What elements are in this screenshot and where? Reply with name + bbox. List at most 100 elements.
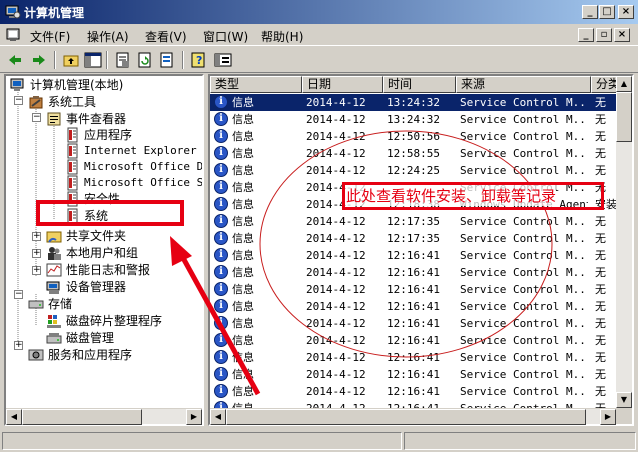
back-icon[interactable] bbox=[6, 51, 24, 69]
table-cell: 信息 bbox=[232, 113, 254, 126]
computer-management-icon bbox=[5, 5, 21, 19]
table-row[interactable]: i 信息 2014-4-12 12:16:41 Service Control M...… bbox=[210, 247, 616, 264]
expander-system-tools[interactable]: − bbox=[14, 96, 23, 105]
column-header-source[interactable]: 来源 bbox=[456, 76, 591, 93]
table-row[interactable]: i 信息 2014-4-12 12:16:41 Service Control M...… bbox=[210, 383, 616, 400]
expander-local-users[interactable]: + bbox=[32, 249, 41, 258]
menu-window[interactable]: 窗口(W) bbox=[203, 28, 248, 45]
expander-storage[interactable]: − bbox=[14, 290, 23, 299]
column-header-category[interactable]: 分类 bbox=[591, 76, 616, 93]
event-viewer-icon bbox=[47, 112, 61, 126]
tree-view[interactable]: − − + + + − + 计算机管理(本地) 系统工具 事件查看器 应用程序 bbox=[6, 76, 202, 408]
table-row[interactable]: i 信息 2014-4-12 12:50:56 Service Control M...… bbox=[210, 128, 616, 145]
close-button[interactable]: × bbox=[618, 5, 634, 19]
table-cell: 2014-4-12 bbox=[306, 147, 366, 160]
menu-view[interactable]: 查看(V) bbox=[145, 28, 187, 45]
table-cell: 无 bbox=[595, 385, 606, 398]
menu-action[interactable]: 操作(A) bbox=[87, 28, 129, 45]
mdi-restore-button[interactable]: ▫ bbox=[596, 28, 612, 42]
scroll-right-button[interactable]: ▶ bbox=[186, 409, 202, 425]
status-pane-secondary bbox=[404, 432, 636, 450]
table-cell: 无 bbox=[595, 351, 606, 364]
table-row[interactable]: i 信息 2014-4-12 12:24:25 Service Control M...… bbox=[210, 162, 616, 179]
scroll-thumb[interactable] bbox=[616, 92, 632, 142]
info-icon: i bbox=[214, 333, 228, 347]
table-row[interactable]: i 信息 2014-4-12 12:16:41 Service Control M...… bbox=[210, 315, 616, 332]
table-row[interactable]: i 信息 2014-4-12 12:16:41 Service Control M...… bbox=[210, 366, 616, 383]
console-icon[interactable] bbox=[214, 51, 232, 69]
scroll-thumb[interactable] bbox=[226, 409, 586, 425]
tree-horizontal-scrollbar[interactable]: ◀ ▶ bbox=[6, 408, 202, 425]
table-cell: Service Control M... bbox=[460, 300, 588, 313]
table-cell: 2014-4-12 bbox=[306, 164, 366, 177]
mdi-minimize-button[interactable]: _ bbox=[578, 28, 594, 42]
table-row[interactable]: i 信息 2014-4-12 12:16:41 Service Control M...… bbox=[210, 332, 616, 349]
list-horizontal-scrollbar[interactable]: ◀ ▶ bbox=[210, 408, 616, 425]
table-cell: 2014-4-12 bbox=[306, 249, 366, 262]
table-row[interactable]: i 信息 2014-4-12 12:16:41 Service Control M...… bbox=[210, 298, 616, 315]
table-cell: 信息 bbox=[232, 283, 254, 296]
list-vertical-scrollbar[interactable]: ▲ ▼ bbox=[616, 76, 632, 408]
table-row[interactable]: i 信息 2014-4-12 12:58:55 Service Control M...… bbox=[210, 145, 616, 162]
show-tree-icon[interactable] bbox=[84, 51, 102, 69]
table-cell: 13:24:32 bbox=[387, 113, 440, 126]
tree-pane[interactable]: − − + + + − + 计算机管理(本地) 系统工具 事件查看器 应用程序 bbox=[4, 74, 204, 426]
help-icon[interactable]: ? bbox=[190, 51, 208, 69]
scroll-down-button[interactable]: ▼ bbox=[616, 392, 632, 408]
info-icon: i bbox=[214, 112, 228, 126]
table-cell: 无 bbox=[595, 368, 606, 381]
table-cell: 12:17:35 bbox=[387, 215, 440, 228]
scroll-left-button[interactable]: ◀ bbox=[6, 409, 22, 425]
expander-performance-logs[interactable]: + bbox=[32, 266, 41, 275]
expander-shared-folders[interactable]: + bbox=[32, 232, 41, 241]
table-cell: Service Control M... bbox=[460, 334, 588, 347]
tree-label: 存储 bbox=[48, 297, 73, 311]
table-cell: 12:17:35 bbox=[387, 232, 440, 245]
forward-icon[interactable] bbox=[30, 51, 48, 69]
tree-label: Internet Explorer bbox=[84, 144, 197, 157]
scroll-up-button[interactable]: ▲ bbox=[616, 76, 632, 92]
table-cell: Service Control M... bbox=[460, 351, 588, 364]
table-row[interactable]: i 信息 2014-4-12 12:16:41 Service Control M...… bbox=[210, 281, 616, 298]
column-header-type[interactable]: 类型 bbox=[210, 76, 302, 93]
expander-services[interactable]: + bbox=[14, 341, 23, 350]
title-bar[interactable]: 计算机管理 _ □ × bbox=[0, 0, 638, 24]
expander-event-viewer[interactable]: − bbox=[32, 113, 41, 122]
column-header-date[interactable]: 日期 bbox=[302, 76, 383, 93]
table-row[interactable]: i 信息 2014-4-12 12:16:41 Service Control M...… bbox=[210, 400, 616, 408]
table-cell: 12:16:41 bbox=[387, 334, 440, 347]
users-icon bbox=[48, 247, 61, 260]
up-folder-icon[interactable] bbox=[62, 51, 80, 69]
table-cell: 12:16:41 bbox=[387, 317, 440, 330]
scroll-corner bbox=[616, 408, 632, 424]
table-row[interactable]: i 信息 2014-4-12 12:16:41 Service Control M...… bbox=[210, 264, 616, 281]
menu-help[interactable]: 帮助(H) bbox=[261, 28, 303, 45]
table-row[interactable]: i 信息 2014-4-12 13:24:32 Service Control M...… bbox=[210, 111, 616, 128]
info-icon: i bbox=[214, 367, 228, 381]
disk-icon bbox=[46, 333, 62, 344]
log-icon bbox=[67, 159, 78, 175]
table-cell: 无 bbox=[595, 283, 606, 296]
table-row[interactable]: i 信息 2014-4-12 12:17:35 Service Control M...… bbox=[210, 230, 616, 247]
scroll-right-button[interactable]: ▶ bbox=[600, 409, 616, 425]
menu-file[interactable]: 文件(F) bbox=[30, 28, 70, 45]
refresh-icon[interactable] bbox=[136, 51, 154, 69]
table-row[interactable]: i 信息 2014-4-12 13:24:32 Service Control M...… bbox=[210, 94, 616, 111]
table-row[interactable]: i 信息 2014-4-12 12:16:41 Service Control M...… bbox=[210, 349, 616, 366]
event-list[interactable]: 类型 日期 时间 来源 分类 i 信息 2014-4-12 13:24:32 Servi… bbox=[210, 76, 616, 408]
event-list-pane[interactable]: 类型 日期 时间 来源 分类 i 信息 2014-4-12 13:24:32 Servi… bbox=[208, 74, 634, 426]
scroll-left-button[interactable]: ◀ bbox=[210, 409, 226, 425]
shared-folder-icon bbox=[46, 231, 62, 243]
table-cell: 信息 bbox=[232, 334, 254, 347]
table-row[interactable]: i 信息 2014-4-12 12:17:35 Service Control M...… bbox=[210, 213, 616, 230]
minimize-button[interactable]: _ bbox=[582, 5, 598, 19]
column-header-time[interactable]: 时间 bbox=[383, 76, 456, 93]
console-doc-icon[interactable] bbox=[6, 28, 20, 42]
scroll-thumb[interactable] bbox=[22, 409, 142, 425]
export-icon[interactable] bbox=[158, 51, 176, 69]
table-cell: 无 bbox=[595, 249, 606, 262]
mdi-close-button[interactable]: × bbox=[614, 28, 630, 42]
table-cell: Service Control M... bbox=[460, 368, 588, 381]
properties-icon[interactable] bbox=[114, 51, 132, 69]
maximize-button[interactable]: □ bbox=[599, 5, 615, 19]
